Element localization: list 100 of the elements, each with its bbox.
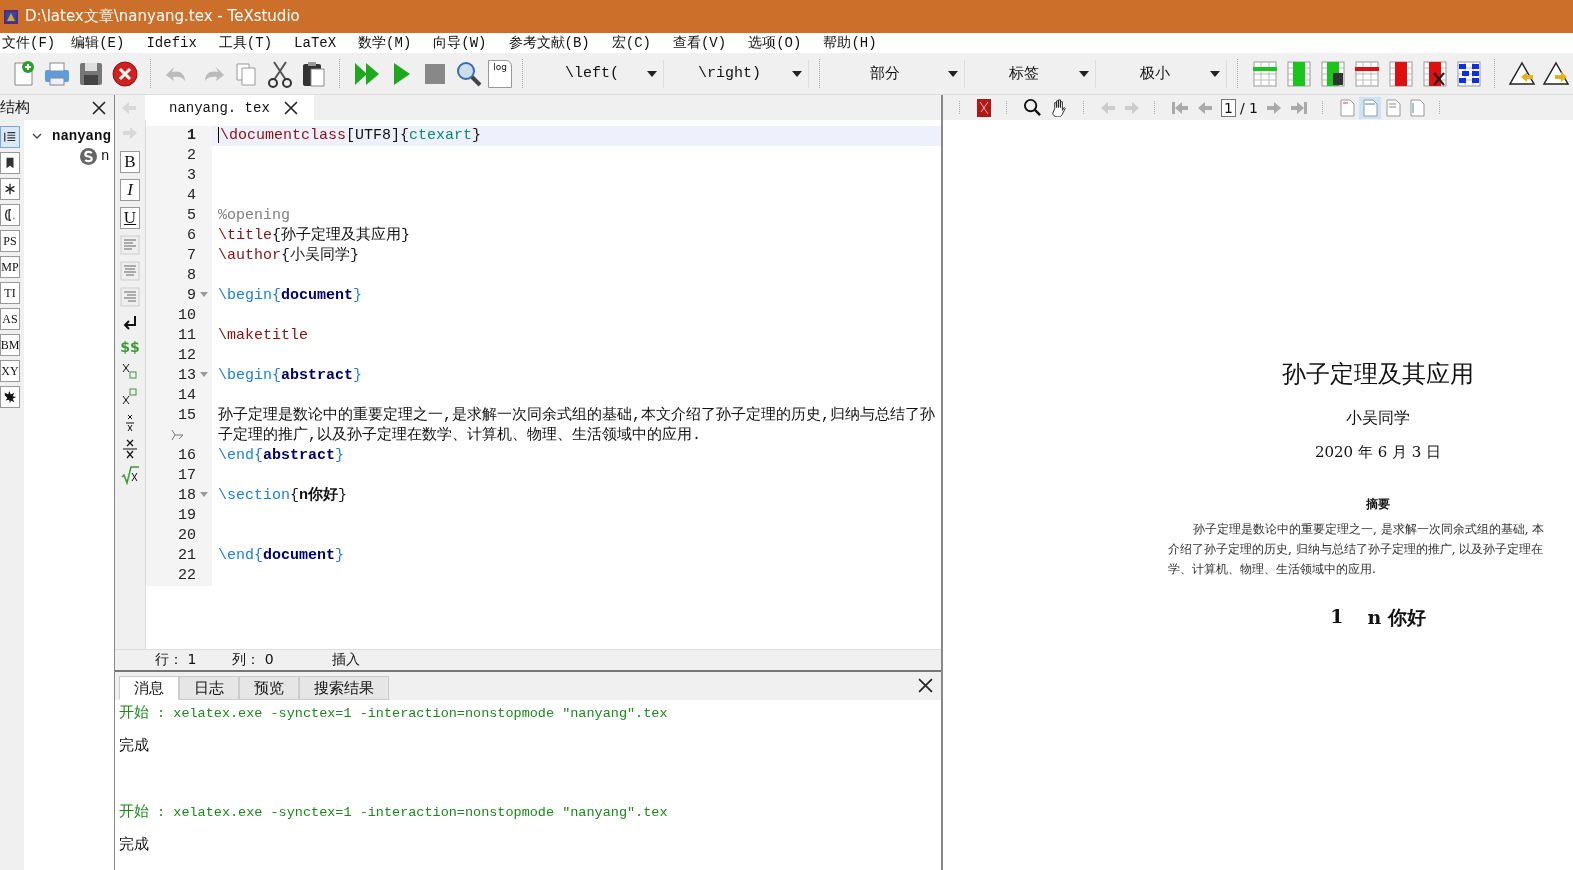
dropdown[interactable]: \left( bbox=[535, 59, 664, 88]
menu-item[interactable]: 查看(V) bbox=[670, 34, 735, 52]
dropdown[interactable]: 部分 bbox=[832, 59, 965, 88]
dropdown[interactable]: \right) bbox=[668, 59, 809, 88]
format-button[interactable]: B bbox=[120, 151, 140, 173]
strip-button[interactable]: TI bbox=[0, 282, 20, 304]
chevron-icon[interactable] bbox=[32, 131, 42, 141]
code-token: %opening bbox=[218, 207, 290, 224]
abstract-text: 学、计算机、物理、生活领域中的应用. bbox=[1168, 561, 1376, 578]
menu-item[interactable]: 帮助(H) bbox=[821, 34, 885, 52]
dropdown[interactable]: 标签 bbox=[969, 59, 1096, 88]
list-icon[interactable] bbox=[0, 126, 20, 148]
menu-item[interactable]: Idefix bbox=[144, 35, 205, 51]
panel-tab[interactable]: 消息 bbox=[119, 676, 179, 700]
document-tab[interactable]: nanyang. tex bbox=[145, 95, 314, 120]
menu-item[interactable]: 编辑(E) bbox=[69, 34, 133, 52]
panel-tab[interactable]: 搜索结果 bbox=[299, 676, 389, 700]
format-button[interactable]: U bbox=[120, 207, 140, 229]
page-field[interactable]: 1 bbox=[1221, 98, 1236, 117]
menu-item[interactable]: LaTeX bbox=[292, 35, 345, 51]
strip-button[interactable]: PS bbox=[0, 230, 20, 252]
strip-button[interactable]: MP bbox=[0, 256, 20, 278]
close-document-icon[interactable] bbox=[110, 58, 140, 89]
fold-icon[interactable] bbox=[200, 492, 208, 497]
code-token: { bbox=[290, 487, 300, 504]
code-token: \documentclass bbox=[220, 127, 347, 144]
menu-item[interactable]: 参考文献(B) bbox=[506, 34, 598, 52]
menu-item[interactable]: 数学(M) bbox=[356, 34, 420, 52]
line-number: 16 bbox=[178, 446, 196, 466]
line-number: 20 bbox=[178, 526, 196, 546]
hand-icon[interactable] bbox=[1050, 98, 1069, 117]
menu-item[interactable]: 工具(T) bbox=[216, 34, 281, 52]
panel-tab[interactable]: 预览 bbox=[239, 676, 299, 700]
panel-tab[interactable]: 日志 bbox=[179, 676, 239, 700]
line-number: 22 bbox=[178, 566, 196, 586]
fold-icon[interactable] bbox=[200, 292, 208, 297]
code-token: } bbox=[335, 447, 345, 464]
bookmark-icon[interactable] bbox=[0, 152, 20, 174]
line-number: 7 bbox=[187, 246, 196, 266]
code-token: \maketitle bbox=[218, 327, 308, 344]
code-token: \title bbox=[218, 227, 272, 244]
close-icon[interactable] bbox=[92, 100, 106, 115]
line-number: 2 bbox=[187, 146, 196, 166]
code-editor[interactable] bbox=[146, 120, 941, 649]
sqrt-icon[interactable] bbox=[120, 465, 140, 485]
code-token: 孙子定理是数论中的重要定理之一,是求解一次同余式组的基础,本文介绍了孙子定理的历史,归纳与总结了孙子定理的推广,以及孙子定理在数学、计算机、物理、生活领域中的应用. bbox=[218, 407, 935, 444]
search-icon[interactable] bbox=[1023, 98, 1042, 117]
tree-item[interactable]: n bbox=[24, 146, 114, 166]
fold-icon[interactable] bbox=[200, 372, 208, 377]
table-column-delete-icon[interactable] bbox=[1386, 58, 1416, 89]
menu-item[interactable]: 选项(O) bbox=[746, 34, 810, 52]
code-token: \end{ bbox=[218, 447, 263, 464]
code-token: \begin{ bbox=[218, 367, 281, 384]
code-token: } bbox=[338, 487, 348, 504]
subscript-icon[interactable] bbox=[120, 361, 140, 381]
superscript-icon[interactable] bbox=[120, 387, 140, 407]
book-icon[interactable] bbox=[976, 97, 992, 118]
section-heading: n 你好 bbox=[1367, 605, 1426, 630]
code-token: document bbox=[281, 287, 354, 304]
log-message: 完成 bbox=[119, 737, 150, 757]
log-message: 开始 : xelatex.exe -synctex=1 -interaction=nonstopmode ″nanyang″.tex bbox=[119, 704, 669, 724]
splat-icon[interactable] bbox=[0, 386, 20, 408]
format-button[interactable]: I bbox=[120, 179, 140, 201]
caret-icon bbox=[1079, 70, 1089, 77]
strip-button[interactable]: XY bbox=[0, 360, 20, 382]
code-token: } bbox=[353, 287, 363, 304]
column-cut-icon[interactable] bbox=[1420, 58, 1450, 89]
table-row-delete-icon[interactable] bbox=[1352, 58, 1382, 89]
close-icon[interactable] bbox=[283, 100, 298, 115]
brackets-icon[interactable] bbox=[0, 204, 20, 226]
tree-item[interactable]: nanyang bbox=[24, 126, 114, 146]
dropdown[interactable]: 极小 bbox=[1100, 59, 1227, 88]
code-token: {孙子定理及其应用} bbox=[272, 227, 411, 244]
menu-item[interactable]: 宏(C) bbox=[609, 34, 659, 52]
column-align-icon[interactable] bbox=[1454, 58, 1484, 89]
status-text: 行： 1 bbox=[155, 651, 197, 669]
close-icon[interactable] bbox=[918, 678, 933, 693]
code-token: abstract bbox=[281, 367, 354, 384]
app-icon bbox=[3, 8, 19, 25]
strip-button[interactable]: AS bbox=[0, 308, 20, 330]
caret-icon bbox=[1210, 70, 1220, 77]
document-title: 孙子定理及其应用 bbox=[1282, 359, 1474, 390]
strip-button[interactable]: BM bbox=[0, 334, 20, 356]
log-icon[interactable]: log bbox=[488, 59, 512, 88]
menu-item[interactable]: 文件(F) bbox=[0, 34, 64, 52]
line-number: 6 bbox=[187, 226, 196, 246]
asterisk-icon[interactable] bbox=[0, 178, 20, 200]
menu-item[interactable]: 向导(W) bbox=[431, 34, 495, 52]
code-token: \author bbox=[218, 247, 281, 264]
abstract-text: 介绍了孙子定理的历史, 归纳与总结了孙子定理的推广, 以及孙子定理在 bbox=[1168, 541, 1544, 558]
line-number: 1 bbox=[187, 126, 196, 146]
column-paste-icon[interactable] bbox=[1318, 58, 1348, 89]
section-icon bbox=[80, 147, 97, 165]
line-number: 17 bbox=[178, 466, 196, 486]
code-token: \end{ bbox=[218, 547, 263, 564]
code-token: } bbox=[335, 547, 345, 564]
status-text: 列： 0 bbox=[232, 651, 274, 669]
code-token: } bbox=[472, 127, 482, 144]
fraction-icon[interactable] bbox=[120, 439, 140, 459]
window-title: D:\latex文章\nanyang.tex - TeXstudio bbox=[25, 7, 300, 26]
